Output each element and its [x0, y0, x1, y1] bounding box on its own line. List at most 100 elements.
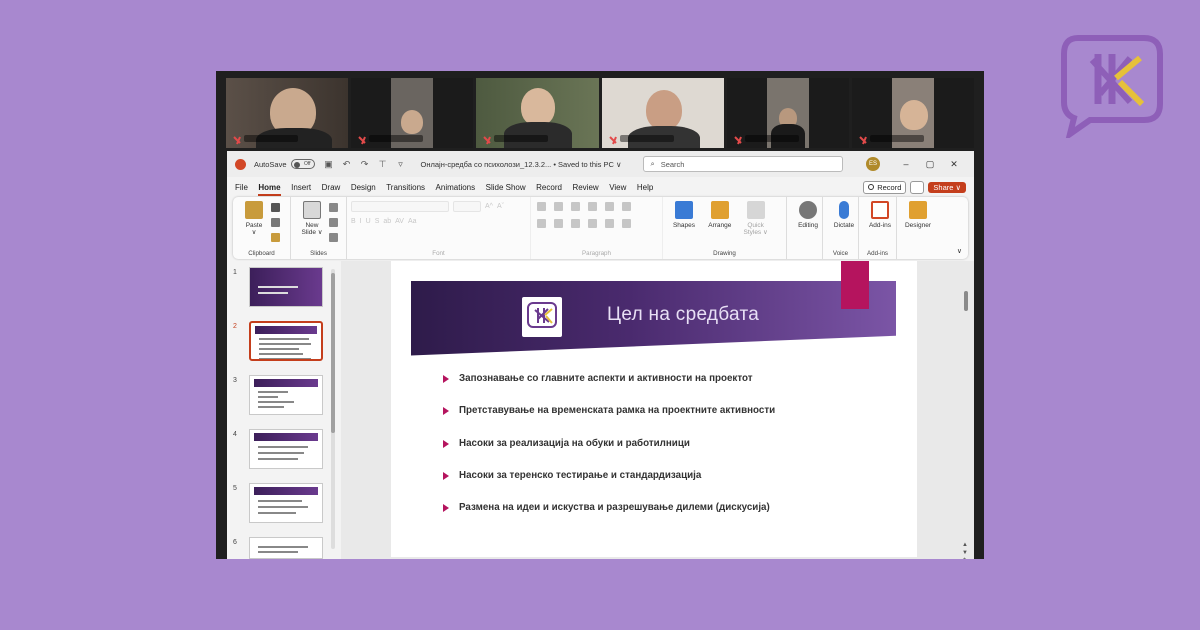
shrink-font-icon[interactable]: Aˇ	[497, 203, 504, 210]
find-icon	[799, 201, 817, 219]
paste-icon	[245, 201, 263, 219]
tab-help[interactable]: Help	[637, 183, 653, 192]
mic-muted-icon	[608, 132, 618, 145]
italic-icon[interactable]: I	[360, 218, 362, 225]
cut-icon[interactable]	[271, 203, 280, 212]
participant-tile[interactable]	[726, 78, 849, 148]
present-icon[interactable]: ⊤	[377, 158, 389, 170]
comments-button[interactable]	[910, 180, 925, 194]
arrange-button[interactable]: Arrange	[705, 201, 735, 229]
redo-icon[interactable]: ↷	[359, 158, 371, 170]
character-spacing-icon[interactable]: AV	[395, 218, 404, 225]
underline-icon[interactable]: U	[366, 218, 371, 225]
ribbon-tabs: File Home Insert Draw Design Transitions…	[227, 177, 974, 197]
align-text-icon[interactable]	[622, 219, 631, 228]
dictate-button[interactable]: Dictate	[829, 201, 859, 229]
participant-tile[interactable]	[351, 78, 474, 148]
autosave-label: AutoSave	[254, 159, 287, 169]
justify-icon[interactable]	[588, 219, 597, 228]
avatar[interactable]: ES	[866, 157, 880, 171]
arrange-icon	[710, 201, 729, 219]
thumbnail-scrollbar[interactable]	[331, 269, 335, 549]
drawing-group: Shapes Arrange Quick Styles ∨ Drawing	[663, 197, 787, 259]
quick-styles-icon	[746, 201, 765, 219]
slide-title: Цел на средбата	[607, 304, 760, 325]
current-slide[interactable]: Цел на средбата Запознавање со главните …	[391, 261, 917, 557]
tab-file[interactable]: File	[235, 183, 248, 192]
copy-icon[interactable]	[271, 218, 280, 227]
participant-tile[interactable]	[851, 78, 975, 148]
grow-font-icon[interactable]: A^	[485, 203, 493, 210]
addins-icon	[871, 201, 889, 219]
tab-home[interactable]: Home	[258, 183, 281, 196]
tab-animations[interactable]: Animations	[436, 183, 476, 192]
ribbon: Paste ∨ Clipboard New Slide ∨ Slides A^ …	[233, 197, 968, 259]
new-slide-button[interactable]: New Slide ∨	[297, 201, 327, 236]
format-painter-icon[interactable]	[271, 233, 280, 242]
tab-insert[interactable]: Insert	[291, 183, 311, 192]
shapes-icon	[675, 201, 693, 219]
slide-accent-tab	[841, 261, 869, 309]
line-spacing-icon[interactable]	[605, 202, 614, 211]
layout-icon[interactable]	[329, 203, 338, 212]
tab-slide-show[interactable]: Slide Show	[486, 183, 526, 192]
decrease-indent-icon[interactable]	[571, 202, 580, 211]
slide-thumbnail-pane: 1 2 3 4 5 6	[227, 261, 339, 559]
quick-styles-button[interactable]: Quick Styles ∨	[741, 201, 771, 236]
undo-icon[interactable]: ↶	[341, 158, 353, 170]
participant-tile[interactable]	[226, 78, 349, 148]
numbering-icon[interactable]	[554, 202, 563, 211]
clipboard-group: Paste ∨ Clipboard	[233, 197, 291, 259]
strikethrough-alt-icon[interactable]: ab	[383, 218, 391, 225]
scroll-arrows-icon[interactable]: ▲▼⇞⇟	[962, 541, 968, 559]
font-size-select[interactable]	[453, 201, 481, 212]
slides-group: New Slide ∨ Slides	[291, 197, 347, 259]
tab-review[interactable]: Review	[572, 183, 598, 192]
collapse-ribbon-icon[interactable]: ∨	[957, 247, 962, 255]
tab-draw[interactable]: Draw	[322, 183, 341, 192]
list-item: Размена на идеи и искуства и разрешување…	[443, 502, 775, 534]
reset-icon[interactable]	[329, 218, 338, 227]
font-name-select[interactable]	[351, 201, 449, 212]
addins-button[interactable]: Add-ins	[865, 201, 895, 229]
columns-icon[interactable]	[622, 202, 631, 211]
participant-tile[interactable]	[601, 78, 724, 148]
document-title[interactable]: Онлајн-средба со психолози_12.3.2... • S…	[421, 160, 622, 169]
microphone-icon	[839, 201, 849, 219]
slide-scrollbar[interactable]: ▲▼⇞⇟	[962, 287, 968, 559]
mic-muted-icon	[232, 132, 242, 145]
font-group: A^ Aˇ B I U S ab AV Aa Font	[347, 197, 531, 259]
bold-icon[interactable]: B	[351, 218, 356, 225]
search-input[interactable]: ⌕ Search	[643, 156, 844, 172]
powerpoint-window: AutoSave Off ▣ ↶ ↷ ⊤ ▿ Онлајн-средба со …	[227, 151, 974, 559]
record-button[interactable]: Record	[863, 180, 907, 194]
video-call-strip	[226, 78, 975, 148]
tab-view[interactable]: View	[609, 183, 626, 192]
participant-tile[interactable]	[476, 78, 599, 148]
list-item: Насоки за реализација на обуки и работил…	[443, 438, 775, 470]
align-right-icon[interactable]	[571, 219, 580, 228]
tab-transitions[interactable]: Transitions	[386, 183, 425, 192]
customize-toolbar-icon[interactable]: ▿	[395, 158, 407, 170]
text-direction-icon[interactable]	[605, 219, 614, 228]
section-icon[interactable]	[329, 233, 338, 242]
align-center-icon[interactable]	[554, 219, 563, 228]
editing-button[interactable]: Editing	[793, 201, 823, 229]
minimize-button[interactable]: –	[894, 159, 918, 169]
bullets-icon[interactable]	[537, 202, 546, 211]
maximize-button[interactable]: ▢	[918, 159, 942, 170]
slide-logo	[522, 297, 562, 337]
change-case-icon[interactable]: Aa	[408, 218, 417, 225]
strikethrough-icon[interactable]: S	[375, 218, 380, 225]
increase-indent-icon[interactable]	[588, 202, 597, 211]
designer-button[interactable]: Designer	[903, 201, 933, 229]
paste-button[interactable]: Paste ∨	[239, 201, 269, 236]
shapes-button[interactable]: Shapes	[669, 201, 699, 229]
close-button[interactable]: ✕	[942, 159, 966, 170]
autosave-toggle[interactable]: Off	[290, 159, 315, 169]
tab-record[interactable]: Record	[536, 183, 562, 192]
align-left-icon[interactable]	[537, 219, 546, 228]
tab-design[interactable]: Design	[351, 183, 376, 192]
save-icon[interactable]: ▣	[323, 158, 335, 170]
share-button[interactable]: Share ∨	[928, 181, 966, 193]
